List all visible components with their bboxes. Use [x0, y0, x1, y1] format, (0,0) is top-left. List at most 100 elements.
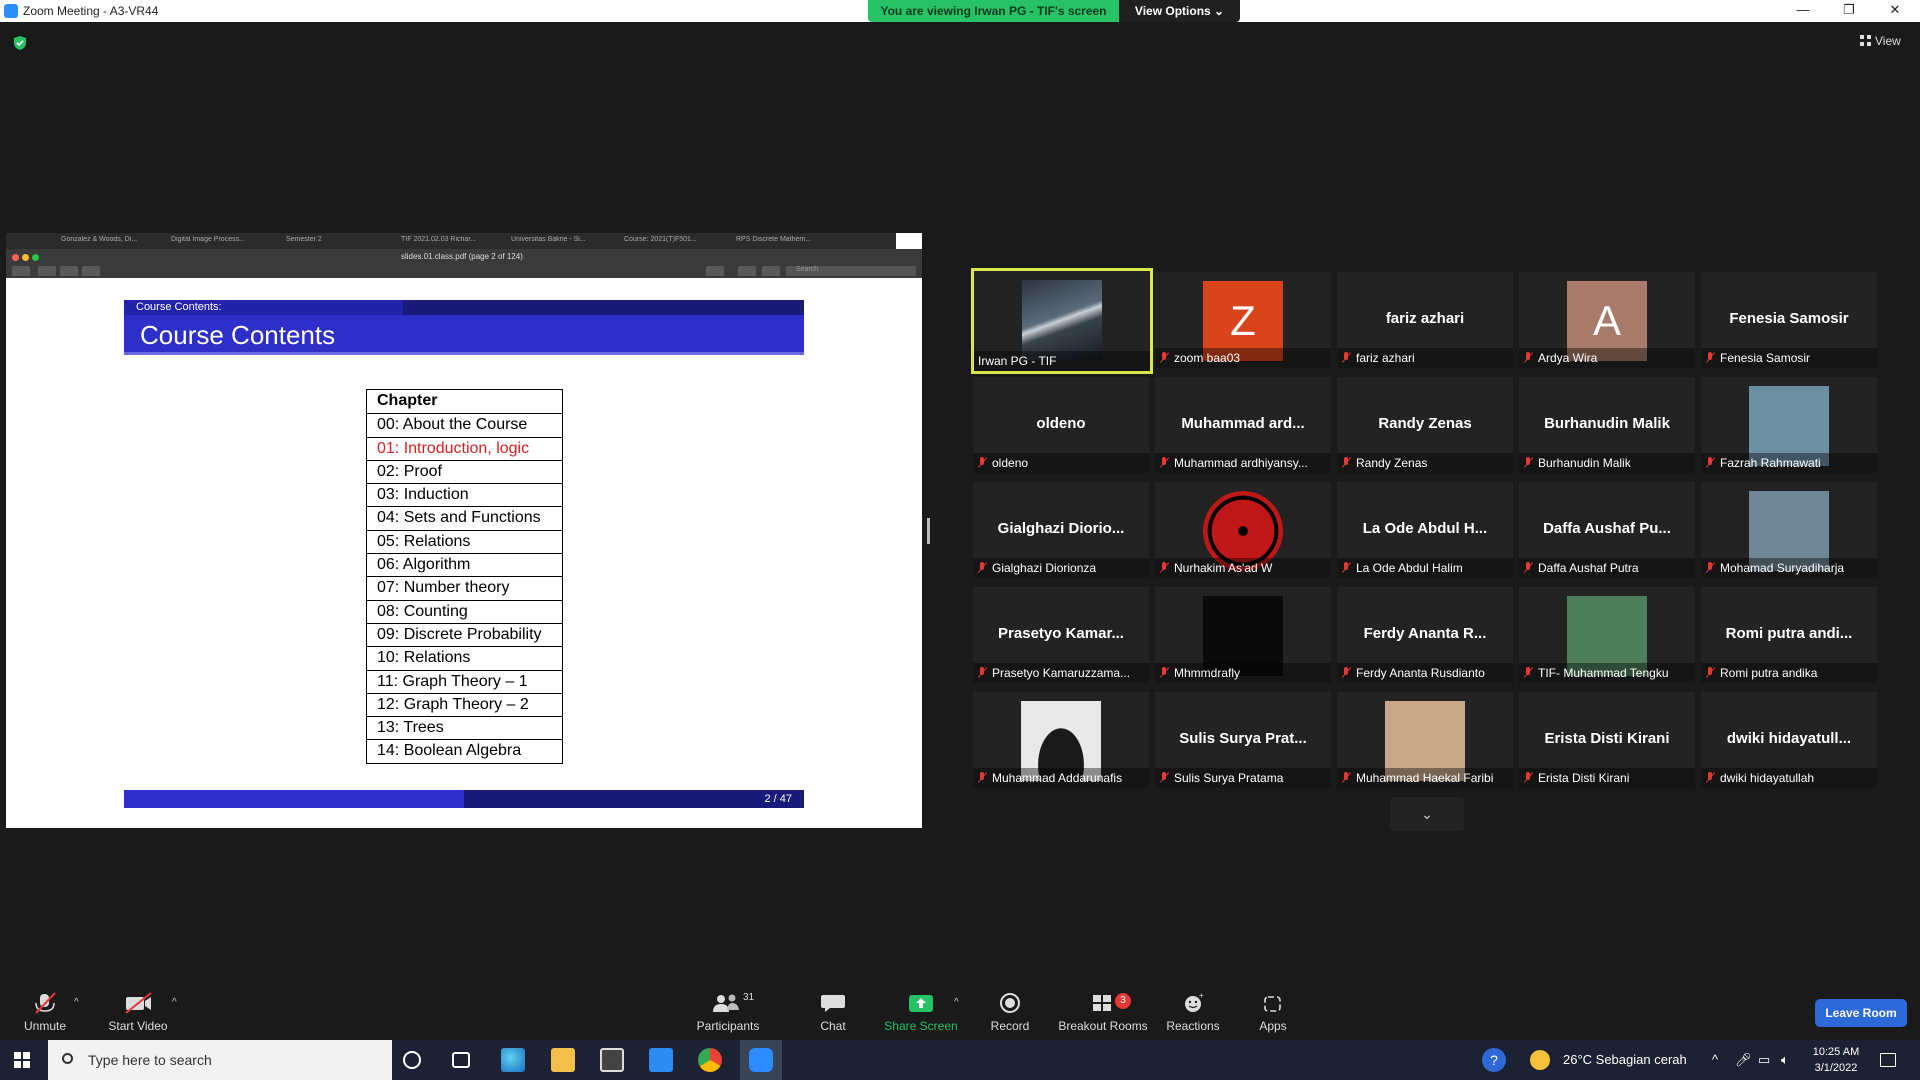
caret-up-icon[interactable]: ^: [954, 997, 959, 1008]
task-view-icon[interactable]: [452, 1052, 470, 1068]
participant-tile[interactable]: Fenesia Samosir Fenesia Samosir: [1701, 272, 1877, 368]
participant-name-label: Erista Disti Kirani: [1523, 771, 1629, 785]
close-dot-icon[interactable]: [12, 254, 19, 261]
browser-tab[interactable]: Gonzalez & Woods, Di...: [61, 236, 153, 248]
caret-up-icon[interactable]: ^: [172, 997, 177, 1008]
participants-icon: 31: [713, 992, 755, 1012]
caret-up-icon[interactable]: ^: [74, 997, 79, 1008]
participant-tile[interactable]: Ferdy Ananta R... Ferdy Ananta Rusdianto: [1337, 587, 1513, 683]
participant-name: Mhmmdrafly: [1174, 666, 1241, 680]
pdf-search-input[interactable]: Search: [786, 266, 916, 276]
view-options-button[interactable]: View Options ⌄: [1119, 0, 1240, 22]
participant-tile[interactable]: Prasetyo Kamar... Prasetyo Kamaruzzama...: [973, 587, 1149, 683]
file-explorer-icon[interactable]: [551, 1048, 575, 1072]
slide-title: Course Contents: [124, 315, 804, 355]
participant-tile[interactable]: Zzoom baa03: [1155, 272, 1331, 368]
participant-tile[interactable]: Muhammad Haekal Faribi: [1337, 692, 1513, 788]
zoom-in-icon[interactable]: [60, 266, 78, 276]
participant-tile[interactable]: Muhammad Addarunafis: [973, 692, 1149, 788]
shield-icon[interactable]: [12, 35, 28, 51]
chevron-down-icon[interactable]: ⌄: [1390, 797, 1464, 831]
participant-tile[interactable]: oldeno oldeno: [973, 377, 1149, 473]
zoom-dot-icon[interactable]: [32, 254, 39, 261]
mail-icon[interactable]: [649, 1048, 673, 1072]
pdf-title: slides.01.class.pdf (page 2 of 124): [401, 252, 523, 261]
taskbar-search-input[interactable]: Type here to search: [48, 1040, 392, 1080]
record-button[interactable]: Record: [965, 992, 1055, 1033]
notification-icon[interactable]: [1880, 1053, 1896, 1067]
participant-display-name: Randy Zenas: [1378, 415, 1472, 432]
participant-tile[interactable]: TIF- Muhammad Tengku: [1519, 587, 1695, 683]
browser-tab[interactable]: Universitas Bakrie - Si...: [511, 236, 603, 248]
markup-icon[interactable]: [706, 266, 724, 276]
windows-start-icon[interactable]: [14, 1052, 30, 1068]
participant-tile[interactable]: Erista Disti Kirani Erista Disti Kirani: [1519, 692, 1695, 788]
participant-name-label: Mohamad Suryadiharja: [1705, 561, 1844, 575]
weather-icon[interactable]: [1530, 1050, 1550, 1070]
microphone-icon[interactable]: 🎤︎: [1735, 1052, 1752, 1068]
participant-tile[interactable]: Nurhakim As'ad W: [1155, 482, 1331, 578]
close-icon[interactable]: ✕: [1872, 0, 1918, 22]
zoom-out-icon[interactable]: [38, 266, 56, 276]
participant-tile[interactable]: Irwan PG - TIF: [971, 268, 1153, 374]
leave-room-button[interactable]: Leave Room: [1815, 999, 1907, 1027]
store-icon[interactable]: [600, 1048, 624, 1072]
participant-tile[interactable]: Sulis Surya Prat... Sulis Surya Pratama: [1155, 692, 1331, 788]
zoom-icon: [749, 1048, 773, 1072]
view-button[interactable]: View: [1860, 34, 1901, 48]
chevron-up-icon[interactable]: ^: [1712, 1052, 1718, 1067]
reactions-button[interactable]: + Reactions: [1148, 992, 1238, 1033]
chapter-row: 12: Graph Theory – 2: [367, 692, 562, 716]
share-screen-button[interactable]: Share Screen: [876, 992, 966, 1033]
restore-icon[interactable]: ❐: [1826, 0, 1872, 22]
participant-tile[interactable]: Mohamad Suryadiharja: [1701, 482, 1877, 578]
participant-tile[interactable]: Romi putra andi... Romi putra andika: [1701, 587, 1877, 683]
windows-taskbar: Type here to search ? 26°C Sebagian cera…: [0, 1040, 1920, 1080]
minimize-icon[interactable]: —: [1780, 0, 1826, 22]
participant-tile[interactable]: A Ardya Wira: [1519, 272, 1695, 368]
participant-name: Fenesia Samosir: [1720, 351, 1811, 365]
participant-tile[interactable]: dwiki hidayatull... dwiki hidayatullah: [1701, 692, 1877, 788]
share-icon[interactable]: [82, 266, 100, 276]
minimize-dot-icon[interactable]: [22, 254, 29, 261]
participant-tile[interactable]: Burhanudin Malik Burhanudin Malik: [1519, 377, 1695, 473]
split-view-handle[interactable]: [927, 518, 930, 544]
participant-tile[interactable]: fariz azhari fariz azhari: [1337, 272, 1513, 368]
participants-button[interactable]: 31 Participants: [683, 992, 773, 1033]
microphone-muted-icon: [1159, 352, 1170, 363]
participant-tile[interactable]: La Ode Abdul H... La Ode Abdul Halim: [1337, 482, 1513, 578]
participant-tile[interactable]: Daffa Aushaf Pu... Daffa Aushaf Putra: [1519, 482, 1695, 578]
edge-icon[interactable]: [501, 1048, 525, 1072]
browser-tab[interactable]: Semester 2: [286, 236, 361, 248]
rotate-icon[interactable]: [738, 266, 756, 276]
network-icon[interactable]: ▭: [1758, 1052, 1770, 1068]
chrome-icon[interactable]: [698, 1048, 722, 1072]
volume-icon[interactable]: 🔈︎: [1781, 1052, 1789, 1068]
taskbar-clock[interactable]: 10:25 AM 3/1/2022: [1808, 1044, 1864, 1076]
participant-name-label: Ardya Wira: [1523, 351, 1597, 365]
microphone-muted-icon: [1159, 772, 1170, 783]
help-icon[interactable]: ?: [1482, 1048, 1506, 1072]
cortana-icon[interactable]: [403, 1051, 421, 1069]
weather-text[interactable]: 26°C Sebagian cerah: [1563, 1052, 1687, 1067]
breakout-rooms-button[interactable]: Breakout Rooms: [1058, 992, 1148, 1033]
chapter-row: 03: Induction: [367, 483, 562, 506]
participant-tile[interactable]: Gialghazi Diorio... Gialghazi Diorionza: [973, 482, 1149, 578]
browser-tab[interactable]: Course: 2021(T)F501...: [624, 236, 716, 248]
grid-icon: [1860, 35, 1871, 46]
zoom-app-icon: [4, 4, 18, 18]
browser-tab[interactable]: RPS Discrete Mathem...: [736, 236, 828, 248]
participant-tile[interactable]: Fazrah Rahmawati: [1701, 377, 1877, 473]
browser-tab[interactable]: Digital Image Process...: [171, 236, 263, 248]
participant-tile[interactable]: Randy Zenas Randy Zenas: [1337, 377, 1513, 473]
apps-button[interactable]: Apps: [1228, 992, 1318, 1033]
start-video-button[interactable]: Start Video: [93, 992, 183, 1033]
participant-display-name: Gialghazi Diorio...: [997, 520, 1125, 537]
participant-tile[interactable]: Mhmmdrafly: [1155, 587, 1331, 683]
annotate-icon[interactable]: [762, 266, 780, 276]
browser-tab[interactable]: TIF 2021.02.03 Richar...: [401, 236, 493, 248]
sidebar-toggle-icon[interactable]: [12, 266, 30, 276]
chat-button[interactable]: Chat: [788, 992, 878, 1033]
microphone-muted-icon: [1523, 772, 1534, 783]
participant-tile[interactable]: Muhammad ard... Muhammad ardhiyansy...: [1155, 377, 1331, 473]
